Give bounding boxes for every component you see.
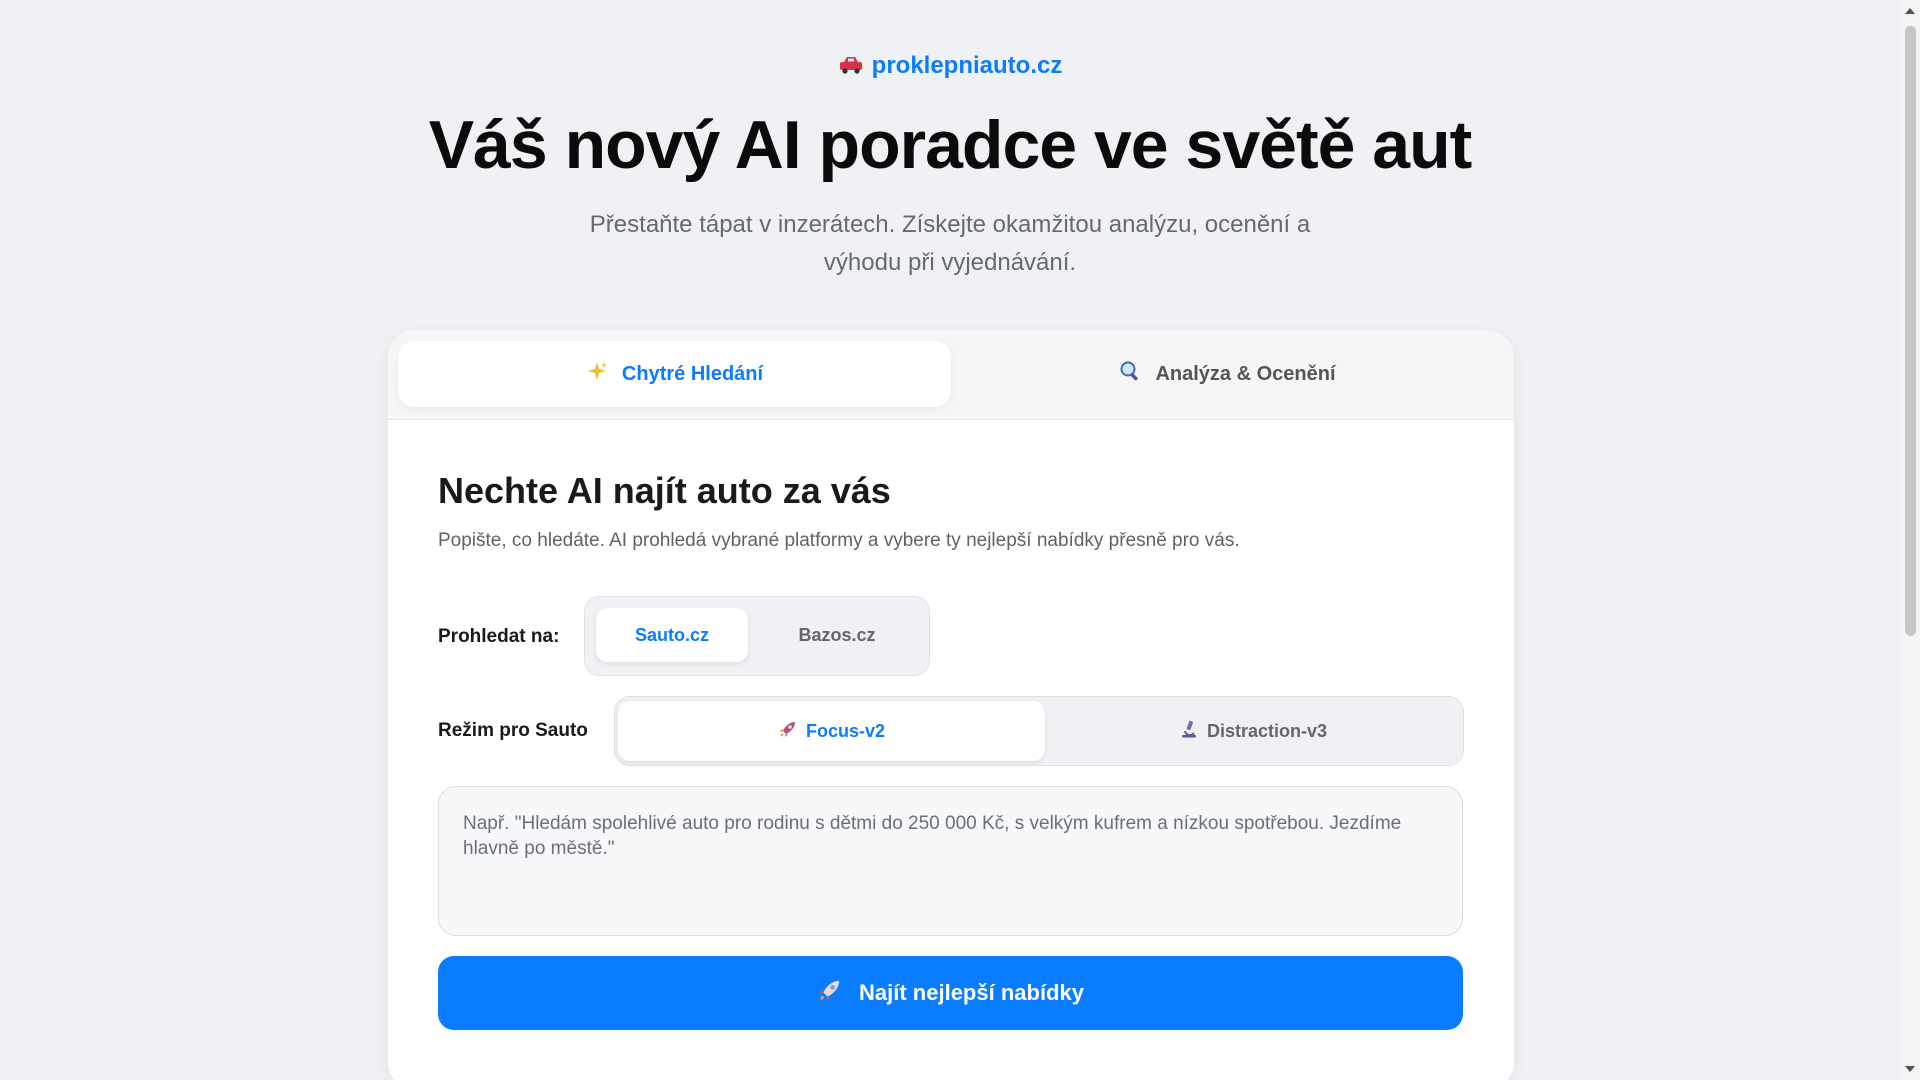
find-offers-button[interactable]: Najít nejlepší nabídky <box>438 956 1463 1030</box>
page: proklepniauto.cz Váš nový AI poradce ve … <box>0 0 1900 1080</box>
hero-title: Váš nový AI poradce ve světě aut <box>428 107 1473 183</box>
car-icon <box>838 53 864 81</box>
section-description: Popište, co hledáte. AI prohledá vybrané… <box>438 530 1240 551</box>
query-textarea[interactable] <box>438 786 1463 936</box>
rocket-icon <box>778 719 798 744</box>
platform-sauto-button[interactable]: Sauto.cz <box>596 608 748 662</box>
mode-selector: Focus-v2 Distraction-v3 <box>614 696 1464 766</box>
tab-label: Analýza & Ocenění <box>1155 362 1336 385</box>
section-title: Nechte AI najít auto za vás <box>438 470 891 511</box>
mode-focus-button[interactable]: Focus-v2 <box>618 701 1045 761</box>
platform-label-text: Bazos.cz <box>798 624 876 645</box>
hero-subtitle: Přestaňte tápat v inzerátech. Získejte o… <box>589 211 1311 276</box>
rocket-icon <box>817 977 843 1009</box>
scroll-down-icon[interactable] <box>1905 1066 1915 1072</box>
tab-label: Chytré Hledání <box>621 362 764 385</box>
brand-name: proklepniauto.cz <box>871 52 1063 79</box>
page-scrollbar[interactable] <box>1900 0 1920 1080</box>
mode-label-text: Distraction-v3 <box>1206 720 1328 741</box>
mode-distraction-button[interactable]: Distraction-v3 <box>1045 701 1461 761</box>
microscope-icon <box>1179 719 1199 744</box>
scrollbar-thumb[interactable] <box>1905 26 1916 636</box>
find-offers-label: Najít nejlepší nabídky <box>859 980 1084 1005</box>
tab-analysis[interactable]: Analýza & Ocenění <box>951 341 1504 407</box>
platform-label-text: Sauto.cz <box>634 624 709 645</box>
tab-bar: Chytré Hledání Analýza & Ocenění <box>388 330 1514 420</box>
platform-bazos-button[interactable]: Bazos.cz <box>757 608 917 662</box>
platform-selector: Sauto.cz Bazos.cz <box>584 596 930 676</box>
sparkles-icon <box>586 360 608 388</box>
tab-smart-search[interactable]: Chytré Hledání <box>398 341 951 407</box>
search-card: Chytré Hledání Analýza & Ocenění Nechte … <box>388 330 1514 1080</box>
scroll-up-icon[interactable] <box>1905 8 1915 14</box>
mode-label-text: Focus-v2 <box>805 720 886 741</box>
brand[interactable]: proklepniauto.cz <box>0 52 1900 81</box>
mode-label: Režim pro Sauto <box>438 720 588 741</box>
platform-label: Prohledat na: <box>438 626 560 647</box>
magnifier-icon <box>1119 360 1141 388</box>
